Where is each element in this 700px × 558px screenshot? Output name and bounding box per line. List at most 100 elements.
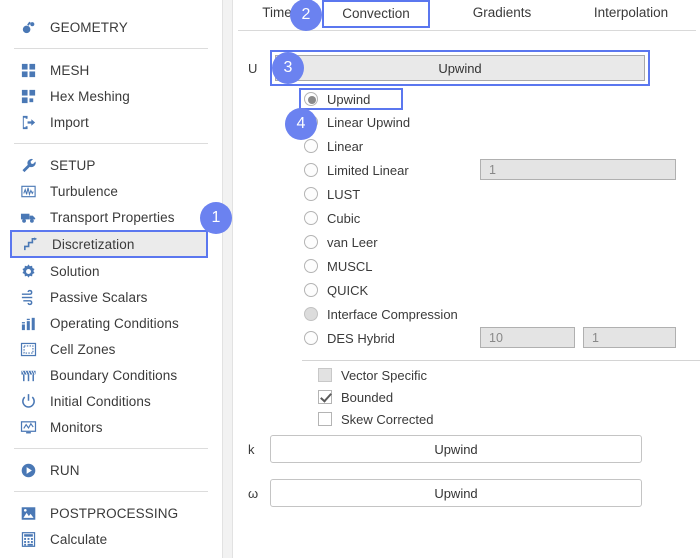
truck-icon [18, 208, 38, 226]
radio-button-icon[interactable] [304, 139, 318, 153]
sidebar-separator [14, 491, 208, 492]
sidebar-item-run[interactable]: RUN [0, 457, 222, 483]
k-label: k [248, 441, 255, 457]
option-vector-specific[interactable]: Vector Specific [318, 364, 433, 386]
step-badge-2: 2 [290, 0, 322, 31]
sidebar-item-setup[interactable]: SETUP [0, 152, 222, 178]
sidebar-separator [14, 48, 208, 49]
scheme-option-lust[interactable]: LUST [304, 182, 700, 206]
scheme-option-linear-upwind[interactable]: Linear Upwind [304, 110, 700, 134]
checkbox-icon[interactable] [318, 368, 332, 382]
tab-convection[interactable]: Convection [322, 0, 430, 28]
des-hybrid-value-input-1[interactable]: 10 [480, 327, 575, 348]
scheme-option-label: Linear Upwind [327, 114, 411, 130]
scheme-options-list: Vector Specific Bounded Skew Corrected [318, 364, 433, 430]
des-hybrid-value-input-2[interactable]: 1 [583, 327, 676, 348]
discretization-panel: Time Convection Gradients Interpolation … [234, 0, 700, 558]
turbulence-icon [18, 182, 38, 200]
wrench-icon [18, 156, 38, 174]
option-bounded[interactable]: Bounded [318, 386, 433, 408]
calculator-icon [18, 530, 38, 548]
sidebar-item-geometry[interactable]: GEOMETRY [0, 14, 222, 40]
image-icon [18, 504, 38, 522]
sidebar-item-label: Monitors [50, 419, 103, 435]
sidebar-item-discretization[interactable]: Discretization [10, 230, 208, 258]
option-label: Vector Specific [341, 367, 427, 383]
sidebar-item-passive-scalars[interactable]: Passive Scalars [0, 284, 222, 310]
step-badge-3: 3 [272, 52, 304, 84]
sidebar-item-operating-conditions[interactable]: Operating Conditions [0, 310, 222, 336]
tab-gradients[interactable]: Gradients [450, 0, 554, 28]
application-window: GEOMETRY MESH Hex Meshing Import SETUP Turbul… [0, 0, 700, 558]
limited-linear-value-input-1[interactable]: 1 [480, 159, 676, 180]
sidebar: GEOMETRY MESH Hex Meshing Import SETUP Turbul… [0, 0, 222, 558]
radio-button-icon[interactable] [304, 187, 318, 201]
sidebar-item-label: Cell Zones [50, 341, 116, 357]
radio-button-icon[interactable] [304, 92, 318, 106]
radio-button-icon[interactable] [304, 163, 318, 177]
sidebar-item-cell-zones[interactable]: Cell Zones [0, 336, 222, 362]
scheme-option-quick[interactable]: QUICK [304, 278, 700, 302]
scheme-option-cubic[interactable]: Cubic [304, 206, 700, 230]
sidebar-item-mesh[interactable]: MESH [0, 57, 222, 83]
u-label: U [248, 60, 258, 76]
sidebar-item-calculate[interactable]: Calculate [0, 526, 222, 552]
sidebar-item-label: Turbulence [50, 183, 119, 199]
option-label: Bounded [341, 389, 394, 405]
scheme-option-limited-linear[interactable]: Limited Linear 1 [304, 158, 700, 182]
sidebar-item-solution[interactable]: Solution [0, 258, 222, 284]
omega-scheme-row: ω Upwind [234, 478, 700, 508]
sidebar-item-transport-properties[interactable]: Transport Properties [0, 204, 222, 230]
radio-button-icon[interactable] [304, 283, 318, 297]
scheme-option-des-hybrid[interactable]: DES Hybrid 10 1 [304, 326, 700, 350]
scheme-option-upwind[interactable]: Upwind [299, 88, 403, 110]
sidebar-item-initial-conditions[interactable]: Initial Conditions [0, 388, 222, 414]
checkbox-icon[interactable] [318, 412, 332, 426]
sidebar-item-hex-meshing[interactable]: Hex Meshing [0, 83, 222, 109]
radio-button-icon[interactable] [304, 259, 318, 273]
scheme-option-interface-compression[interactable]: Interface Compression [304, 302, 700, 326]
sidebar-item-turbulence[interactable]: Turbulence [0, 178, 222, 204]
discretization-icon [20, 235, 40, 253]
omega-scheme-combobox[interactable]: Upwind [270, 479, 642, 507]
u-scheme-combobox[interactable]: Upwind [275, 55, 645, 81]
scheme-option-linear[interactable]: Linear [304, 134, 700, 158]
radio-button-icon[interactable] [304, 235, 318, 249]
barrier-icon [18, 366, 38, 384]
sidebar-separator [14, 143, 208, 144]
scheme-option-label: Cubic [327, 210, 361, 226]
gear-icon [18, 262, 38, 280]
sidebar-item-boundary-conditions[interactable]: Boundary Conditions [0, 362, 222, 388]
k-scheme-row: k Upwind [234, 434, 700, 464]
step-badge-4: 4 [285, 108, 317, 140]
sidebar-item-import[interactable]: Import [0, 109, 222, 135]
play-icon [18, 461, 38, 479]
wind-icon [18, 288, 38, 306]
scheme-option-label: Limited Linear [327, 162, 409, 178]
option-skew-corrected[interactable]: Skew Corrected [318, 408, 433, 430]
bar-chart-icon [18, 314, 38, 332]
sidebar-item-label: GEOMETRY [50, 19, 128, 35]
sidebar-item-label: Solution [50, 263, 100, 279]
scheme-option-label: Linear [327, 138, 364, 154]
import-icon [18, 113, 38, 131]
sidebar-item-monitors[interactable]: Monitors [0, 414, 222, 440]
scheme-option-van-leer[interactable]: van Leer [304, 230, 700, 254]
tab-interpolation[interactable]: Interpolation [572, 0, 690, 28]
hex-meshing-icon [18, 87, 38, 105]
u-scheme-combobox-focus: Upwind [270, 50, 650, 86]
k-scheme-combobox[interactable]: Upwind [270, 435, 642, 463]
panel-divider [222, 0, 233, 558]
option-label: Skew Corrected [341, 411, 434, 427]
scheme-option-muscl[interactable]: MUSCL [304, 254, 700, 278]
sidebar-item-label: Initial Conditions [50, 393, 151, 409]
sidebar-item-label: SETUP [50, 157, 96, 173]
sidebar-item-postprocessing[interactable]: POSTPROCESSING [0, 500, 222, 526]
sidebar-item-label: Hex Meshing [50, 88, 130, 104]
checkbox-icon[interactable] [318, 390, 332, 404]
radio-button-icon[interactable] [304, 211, 318, 225]
sidebar-item-label: Calculate [50, 531, 108, 547]
radio-button-icon[interactable] [304, 307, 318, 321]
sidebar-item-label: Transport Properties [50, 209, 175, 225]
radio-button-icon[interactable] [304, 331, 318, 345]
